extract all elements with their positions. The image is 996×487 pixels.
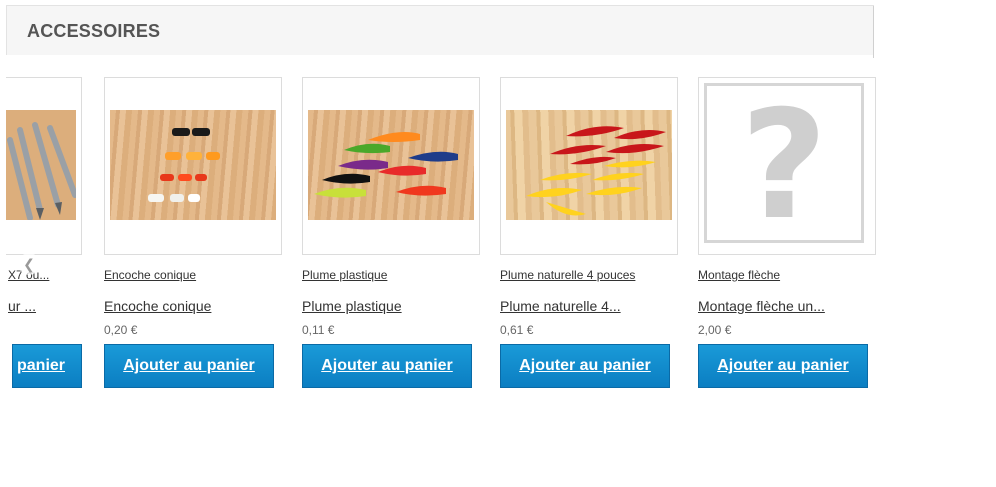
product-price: 2,00 € bbox=[698, 323, 732, 337]
product-price: 0,20 € bbox=[104, 323, 138, 337]
add-to-cart-button[interactable]: Ajouter au panier bbox=[698, 344, 868, 388]
product-price: 0,61 € bbox=[500, 323, 534, 337]
chevron-left-icon[interactable]: ❮ bbox=[18, 253, 40, 275]
product-price: 0,11 € bbox=[302, 323, 335, 337]
plastic-vanes-photo bbox=[308, 110, 474, 220]
section-header: ACCESSOIRES bbox=[6, 5, 874, 58]
product-name-link[interactable]: Plume plastique bbox=[302, 298, 402, 314]
add-to-cart-button[interactable]: Ajouter au panier bbox=[500, 344, 670, 388]
product-name-link[interactable]: Encoche conique bbox=[104, 298, 211, 314]
product-image-link[interactable] bbox=[500, 77, 678, 255]
add-to-cart-button[interactable]: panier bbox=[12, 344, 82, 388]
question-mark-icon: ? bbox=[740, 79, 828, 253]
add-to-cart-button[interactable]: Ajouter au panier bbox=[104, 344, 274, 388]
product-name-link[interactable]: Plume naturelle 4... bbox=[500, 298, 621, 314]
product-category-link[interactable]: Montage flèche bbox=[698, 268, 780, 282]
product-carousel: X7 ou... ur ... panier ❮ Encoche conique… bbox=[6, 60, 886, 400]
product-image-link[interactable] bbox=[302, 77, 480, 255]
product-name-link[interactable]: ur ... bbox=[8, 298, 36, 314]
natural-feathers-photo bbox=[506, 110, 672, 220]
product-image-link[interactable] bbox=[104, 77, 282, 255]
arrow-tips-photo bbox=[6, 110, 76, 220]
product-image-link[interactable]: ? bbox=[698, 77, 876, 255]
add-to-cart-button[interactable]: Ajouter au panier bbox=[302, 344, 472, 388]
product-image-link[interactable] bbox=[6, 77, 82, 255]
product-name-link[interactable]: Montage flèche un... bbox=[698, 298, 825, 314]
product-category-link[interactable]: Encoche conique bbox=[104, 268, 196, 282]
section-title: ACCESSOIRES bbox=[27, 21, 161, 41]
nocks-photo bbox=[110, 110, 276, 220]
product-category-link[interactable]: Plume plastique bbox=[302, 268, 387, 282]
product-category-link[interactable]: Plume naturelle 4 pouces bbox=[500, 268, 635, 282]
no-image-placeholder: ? bbox=[704, 79, 864, 253]
